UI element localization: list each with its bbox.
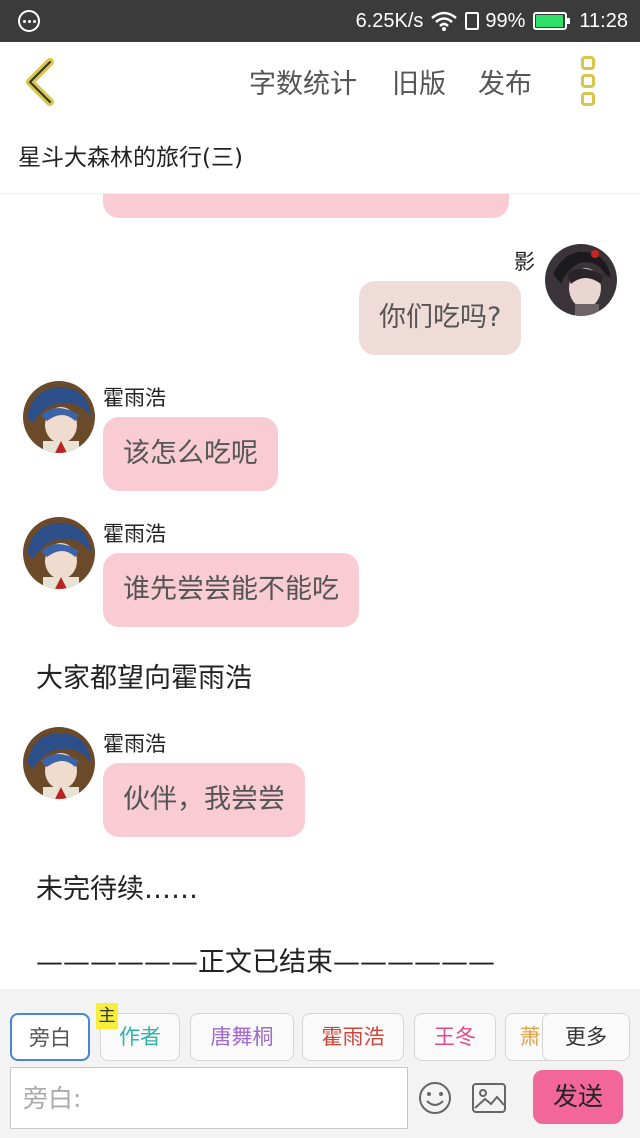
narration-text[interactable]: 大家都望向霍雨浩 [36,656,252,695]
message-bubble[interactable]: 该怎么吃呢 [103,417,278,491]
message-bubble[interactable]: 你们吃吗? [359,281,522,355]
message-bubble-partial [103,194,509,218]
notification-icon [18,10,40,32]
avatar[interactable] [23,517,95,589]
chat-area[interactable]: 影 你们吃吗? 霍雨浩 该怎么吃呢 霍雨浩 谁先尝尝能不能吃 大家都望向霍雨浩 … [0,194,640,989]
message-bubble[interactable]: 谁先尝尝能不能吃 [103,553,359,627]
message-bubble[interactable]: 伙伴，我尝尝 [103,763,305,837]
character-chip-huo[interactable]: 霍雨浩 [302,1013,404,1061]
document-title[interactable]: 星斗大森林的旅行(三) [0,122,640,194]
avatar[interactable] [23,727,95,799]
word-count-button[interactable]: 字数统计 [249,62,357,101]
more-menu-icon[interactable] [575,54,601,110]
send-button[interactable]: 发送 [533,1070,623,1124]
end-marker-text: ——————正文已结束—————— [36,947,495,978]
emoji-icon[interactable] [418,1081,452,1115]
status-bar: 6.25K/s 99% 11:28 [0,0,640,42]
wifi-icon [431,11,458,31]
message-sender: 影 [514,250,535,274]
message-sender: 霍雨浩 [103,732,166,756]
back-icon[interactable] [16,54,66,110]
character-chip-wang[interactable]: 王冬 [414,1013,496,1061]
sim-icon [465,12,480,30]
header: 字数统计 旧版 发布 [0,42,640,122]
message-input[interactable] [10,1067,408,1129]
character-chip-tang[interactable]: 唐舞桐 [190,1013,294,1061]
old-version-button[interactable]: 旧版 [392,62,446,101]
message-sender: 霍雨浩 [103,386,166,410]
clock: 11:28 [579,9,628,32]
narration-text[interactable]: 未完待续…… [36,867,198,906]
message-sender: 霍雨浩 [103,522,166,546]
network-speed: 6.25K/s [355,9,424,32]
battery-percent: 99% [485,9,526,32]
more-characters-button[interactable]: 更多 [542,1013,630,1061]
avatar[interactable] [23,381,95,453]
input-row: 发送 [0,1067,640,1138]
avatar[interactable] [545,244,617,316]
publish-button[interactable]: 发布 [478,62,532,101]
character-selector: 旁白 作者 主 唐舞桐 霍雨浩 王冬 萧 更多 [0,989,640,1067]
image-icon[interactable] [472,1083,506,1113]
main-badge: 主 [96,1003,118,1029]
battery-icon [533,12,571,30]
character-chip-narrator[interactable]: 旁白 [10,1013,90,1061]
status-right: 6.25K/s 99% 11:28 [348,0,628,42]
